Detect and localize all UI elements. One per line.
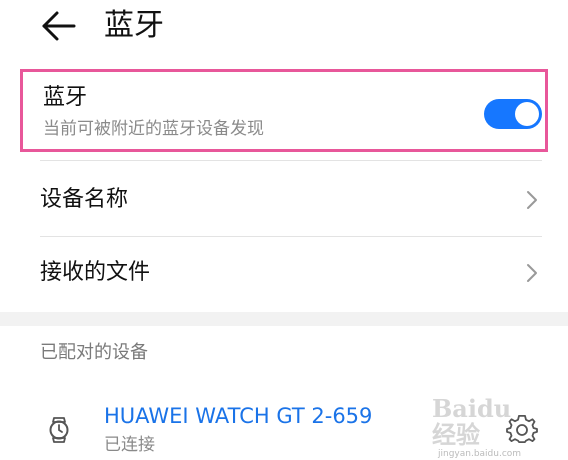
device-settings-button[interactable] — [506, 414, 538, 446]
page-title: 蓝牙 — [104, 8, 164, 43]
paired-device-row[interactable]: HUAWEI WATCH GT 2-659 已连接 — [0, 390, 568, 457]
bluetooth-toggle-row[interactable]: 蓝牙 当前可被附近的蓝牙设备发现 — [20, 69, 548, 152]
arrow-left-icon — [42, 11, 76, 41]
bluetooth-label: 蓝牙 — [43, 85, 88, 110]
section-gap — [0, 312, 568, 326]
paired-devices-heading: 已配对的设备 — [40, 342, 148, 363]
chevron-right-icon — [522, 189, 542, 211]
received-files-row[interactable]: 接收的文件 — [0, 238, 568, 308]
connection-status: 已连接 — [104, 435, 155, 455]
header-bar: 蓝牙 — [0, 0, 568, 60]
bluetooth-switch[interactable] — [484, 99, 542, 129]
device-name-label: 设备名称 — [40, 187, 129, 212]
device-name: HUAWEI WATCH GT 2-659 — [104, 404, 373, 428]
divider — [40, 236, 542, 237]
chevron-right-icon — [522, 262, 542, 284]
back-button[interactable] — [38, 8, 78, 44]
bluetooth-visibility-text: 当前可被附近的蓝牙设备发现 — [43, 119, 264, 139]
gear-icon — [506, 415, 538, 443]
device-name-row[interactable]: 设备名称 — [0, 165, 568, 235]
divider — [40, 160, 542, 161]
watch-icon — [46, 415, 72, 445]
received-files-label: 接收的文件 — [40, 260, 151, 285]
switch-knob — [515, 102, 539, 126]
